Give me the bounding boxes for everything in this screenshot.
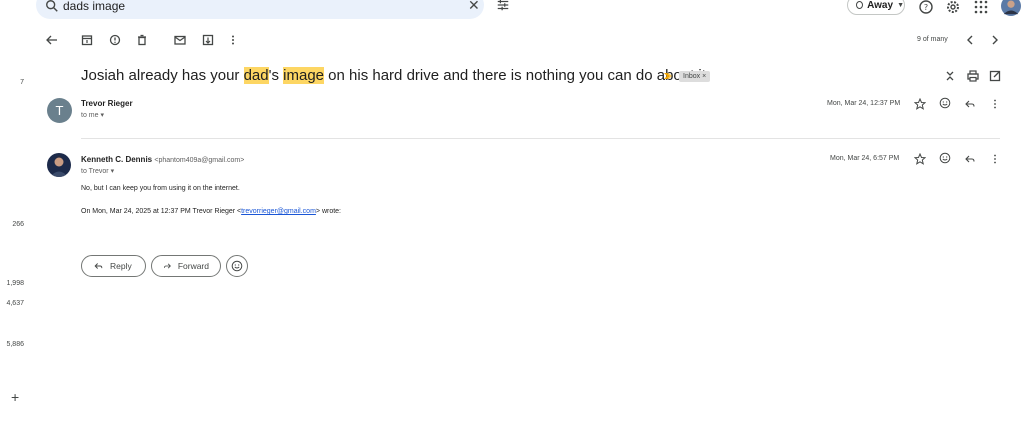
chevron-down-icon: ▼ bbox=[897, 1, 904, 9]
chevron-right-icon[interactable] bbox=[988, 33, 1002, 47]
star-icon[interactable] bbox=[914, 98, 926, 110]
search-highlight: dad bbox=[243, 67, 269, 84]
search-highlight: image bbox=[283, 67, 325, 84]
quoted-header: On Mon, Mar 24, 2025 at 12:37 PM Trevor … bbox=[81, 208, 341, 215]
search-options-icon[interactable] bbox=[496, 0, 510, 12]
svg-text:?: ? bbox=[924, 3, 928, 12]
trash-icon[interactable] bbox=[135, 33, 149, 47]
open-new-window-icon[interactable] bbox=[988, 69, 1002, 83]
back-arrow-icon[interactable] bbox=[45, 33, 59, 47]
close-icon[interactable]: ✕ bbox=[468, 0, 480, 14]
importance-marker-icon[interactable] bbox=[664, 72, 672, 80]
archive-icon[interactable] bbox=[80, 33, 94, 47]
subject-text: Josiah already has your bbox=[81, 67, 244, 84]
sender-name[interactable]: Trevor Rieger bbox=[81, 99, 133, 108]
rail-count: 7 bbox=[20, 79, 24, 86]
more-vertical-icon[interactable] bbox=[989, 98, 1001, 110]
message-date: Mon, Mar 24, 12:37 PM bbox=[827, 100, 901, 107]
emoji-react-icon[interactable] bbox=[939, 152, 951, 164]
forward-button[interactable]: Forward bbox=[151, 255, 221, 277]
account-avatar[interactable] bbox=[1000, 0, 1022, 16]
emoji-icon bbox=[231, 260, 243, 272]
sender-display-name: Kenneth C. Dennis bbox=[81, 155, 153, 164]
subject-text: 's bbox=[268, 67, 284, 84]
pagination-text: 9 of many bbox=[917, 36, 948, 43]
chevron-left-icon[interactable] bbox=[963, 33, 977, 47]
more-vertical-icon[interactable] bbox=[989, 153, 1001, 165]
reply-icon[interactable] bbox=[964, 153, 976, 165]
status-ring-icon bbox=[856, 1, 864, 9]
report-spam-icon[interactable] bbox=[108, 33, 122, 47]
gear-icon[interactable] bbox=[945, 0, 961, 15]
quote-suffix: > wrote: bbox=[315, 208, 342, 215]
message-divider bbox=[81, 138, 1000, 139]
mark-unread-icon[interactable] bbox=[173, 33, 187, 47]
forward-icon bbox=[164, 263, 171, 269]
rail-count: 1,998 bbox=[6, 280, 24, 287]
sender-email: <phantom409a@gmail.com> bbox=[154, 157, 245, 164]
status-button[interactable]: Away ▼ bbox=[847, 0, 905, 15]
forward-label: Forward bbox=[177, 261, 209, 271]
reply-button[interactable]: Reply bbox=[81, 255, 146, 277]
add-label-button[interactable]: + bbox=[11, 389, 19, 405]
avatar: T bbox=[47, 98, 72, 123]
more-vertical-icon[interactable] bbox=[226, 33, 240, 47]
rail-count: 5,886 bbox=[6, 341, 24, 348]
message-date: Mon, Mar 24, 6:57 PM bbox=[830, 155, 900, 162]
apps-grid-icon[interactable] bbox=[973, 0, 989, 15]
email-link[interactable]: trevorrieger@gmail.com bbox=[241, 208, 316, 215]
inbox-label-chip[interactable]: Inbox × bbox=[679, 71, 711, 82]
message-body: No, but I can keep you from using it on … bbox=[81, 185, 240, 192]
star-icon[interactable] bbox=[914, 153, 926, 165]
subject-text: on his hard drive and there is nothing y… bbox=[324, 67, 711, 84]
snooze-icon[interactable] bbox=[201, 33, 215, 47]
emoji-react-icon[interactable] bbox=[939, 97, 951, 109]
help-icon[interactable]: ? bbox=[918, 0, 934, 15]
reply-icon bbox=[94, 263, 103, 269]
emoji-reaction-button[interactable] bbox=[226, 255, 248, 277]
avatar bbox=[47, 153, 71, 177]
email-subject: Josiah already has your dad's image on h… bbox=[81, 67, 710, 84]
search-bar[interactable]: dads image ✕ bbox=[36, 0, 509, 19]
rail-count: 4,637 bbox=[6, 300, 24, 307]
collapse-all-icon[interactable] bbox=[943, 69, 957, 83]
status-label: Away bbox=[867, 0, 894, 11]
reply-icon[interactable] bbox=[964, 98, 976, 110]
sender-name[interactable]: Kenneth C. Dennis <phantom409a@gmail.com… bbox=[81, 155, 244, 164]
reply-label: Reply bbox=[110, 261, 132, 271]
quote-prefix: On Mon, Mar 24, 2025 at 12:37 PM Trevor … bbox=[81, 208, 242, 215]
search-icon[interactable] bbox=[45, 0, 59, 13]
search-input[interactable]: dads image bbox=[63, 0, 125, 13]
rail-count: 266 bbox=[12, 221, 24, 228]
recipients-toggle[interactable]: to Trevor ▾ bbox=[81, 167, 114, 175]
print-icon[interactable] bbox=[966, 69, 980, 83]
recipients-toggle[interactable]: to me ▾ bbox=[81, 111, 104, 119]
